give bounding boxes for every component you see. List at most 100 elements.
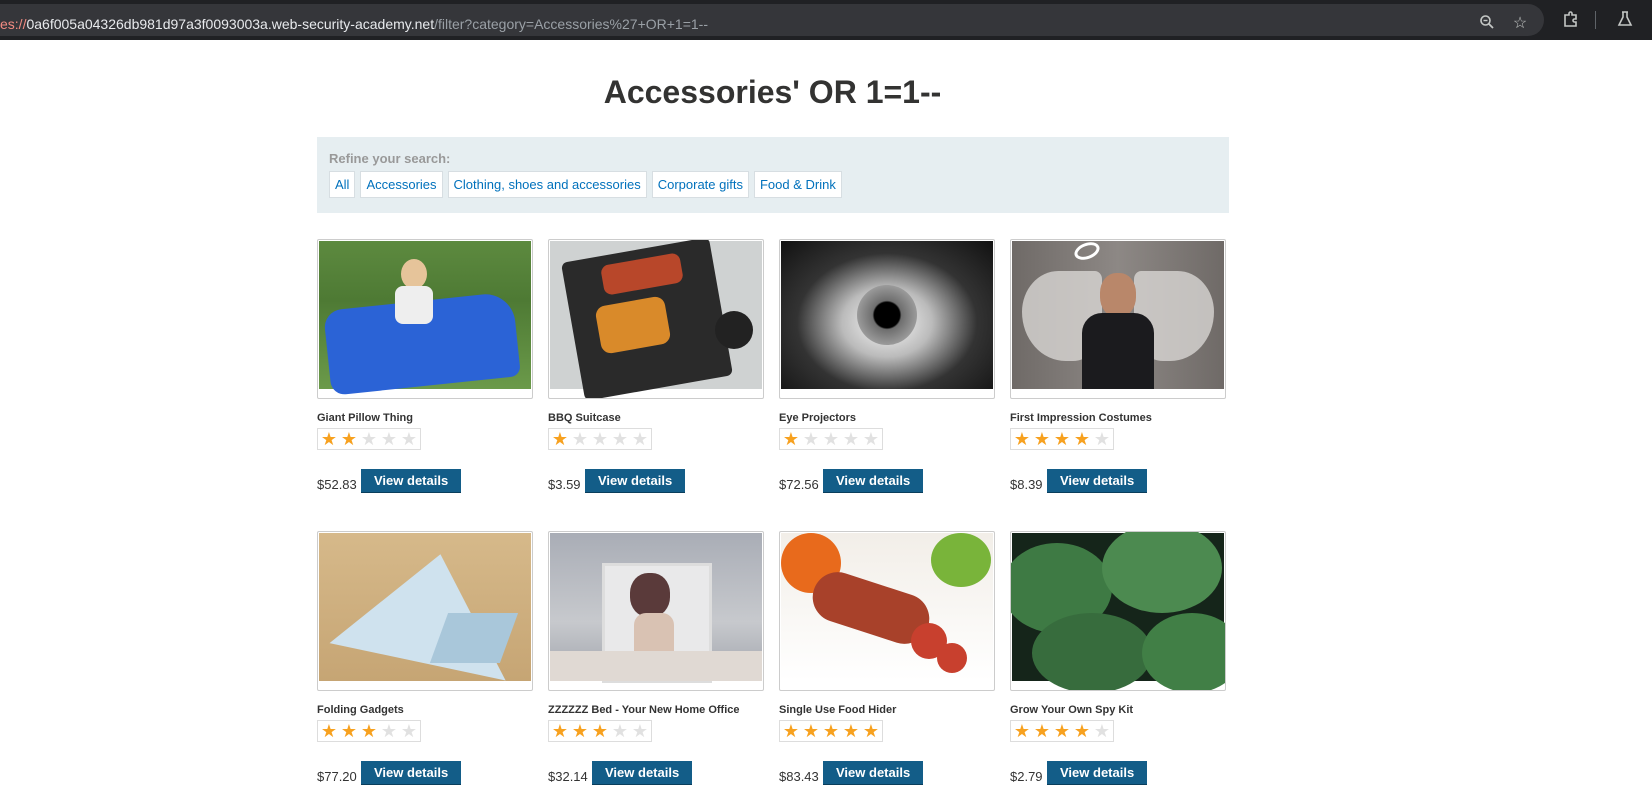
star-icon: ★ [802,429,820,449]
product-price: $8.39 [1010,477,1043,492]
product-image[interactable] [317,239,533,399]
star-icon: ★ [400,721,418,741]
star-icon: ★ [1073,429,1091,449]
refine-label: Refine your search: [329,151,451,166]
star-icon: ★ [320,429,338,449]
star-icon: ★ [782,429,800,449]
product-image[interactable] [1010,239,1226,399]
star-icon: ★ [1033,721,1051,741]
address-bar[interactable]: es://0a6f005a04326db981d97a3f0093003a.we… [0,4,1544,36]
product-card: BBQ Suitcase ★ ★ ★ ★ ★ $3.59 View details [548,239,764,499]
view-details-button[interactable]: View details [1047,469,1148,493]
star-icon: ★ [631,721,649,741]
product-name: ZZZZZZ Bed - Your New Home Office [548,704,740,716]
product-price: $52.83 [317,477,357,492]
product-image[interactable] [779,531,995,691]
star-icon: ★ [1093,429,1111,449]
rating-stars: ★ ★ ★ ★ ★ [317,720,421,742]
browser-toolbar: es://0a6f005a04326db981d97a3f0093003a.we… [0,0,1652,40]
star-icon: ★ [591,721,609,741]
star-icon: ★ [400,429,418,449]
filter-panel: Refine your search: All Accessories Clot… [317,137,1229,213]
star-icon: ★ [842,721,860,741]
product-name: Eye Projectors [779,412,857,424]
star-icon: ★ [1073,721,1091,741]
star-icon: ★ [611,429,629,449]
product-card: Single Use Food Hider ★ ★ ★ ★ ★ $83.43 View det… [779,531,995,791]
rating-stars: ★ ★ ★ ★ ★ [779,720,883,742]
bookmark-star-icon[interactable]: ☆ [1510,14,1530,34]
star-icon: ★ [340,721,358,741]
star-icon: ★ [802,721,820,741]
star-icon: ★ [591,429,609,449]
product-price: $83.43 [779,769,819,784]
page-title: Accessories' OR 1=1-- [603,74,942,110]
zoom-icon[interactable] [1477,14,1497,34]
view-details-button[interactable]: View details [361,469,462,493]
star-icon: ★ [842,429,860,449]
rating-stars: ★ ★ ★ ★ ★ [317,428,421,450]
product-card: Grow Your Own Spy Kit ★ ★ ★ ★ ★ $2.79 View deta… [1010,531,1226,791]
star-icon: ★ [360,721,378,741]
product-price: $32.14 [548,769,588,784]
star-icon: ★ [1013,429,1031,449]
product-card: First Impression Costumes ★ ★ ★ ★ ★ $8.39 View … [1010,239,1226,499]
category-food-drink[interactable]: Food & Drink [753,171,842,198]
star-icon: ★ [822,429,840,449]
product-image[interactable] [779,239,995,399]
star-icon: ★ [1093,721,1111,741]
url-scheme: es:// [0,16,27,32]
product-price: $3.59 [548,477,581,492]
product-image[interactable] [1010,531,1226,691]
view-details-button[interactable]: View details [585,469,686,493]
category-accessories[interactable]: Accessories [360,171,443,198]
product-card: Folding Gadgets ★ ★ ★ ★ ★ $77.20 View details [317,531,533,791]
rating-stars: ★ ★ ★ ★ ★ [548,428,652,450]
product-card: ZZZZZZ Bed - Your New Home Office ★ ★ ★ ★ ★ $3… [548,531,764,791]
product-name: Folding Gadgets [317,704,404,716]
product-price: $72.56 [779,477,819,492]
product-image[interactable] [548,531,764,691]
labs-flask-icon[interactable] [1615,10,1635,30]
star-icon: ★ [360,429,378,449]
star-icon: ★ [822,721,840,741]
star-icon: ★ [571,721,589,741]
product-name: Grow Your Own Spy Kit [1010,704,1134,716]
star-icon: ★ [1013,721,1031,741]
star-icon: ★ [380,721,398,741]
category-all[interactable]: All [329,171,356,198]
star-icon: ★ [1033,429,1051,449]
star-icon: ★ [1053,429,1071,449]
star-icon: ★ [551,721,569,741]
product-image[interactable] [317,531,533,691]
star-icon: ★ [611,721,629,741]
category-corporate-gifts[interactable]: Corporate gifts [651,171,749,198]
view-details-button[interactable]: View details [1047,761,1148,785]
product-price: $77.20 [317,769,357,784]
rating-stars: ★ ★ ★ ★ ★ [1010,720,1114,742]
extensions-icon[interactable] [1561,10,1581,30]
view-details-button[interactable]: View details [823,761,924,785]
star-icon: ★ [340,429,358,449]
view-details-button[interactable]: View details [823,469,924,493]
product-name: Single Use Food Hider [779,704,897,716]
rating-stars: ★ ★ ★ ★ ★ [1010,428,1114,450]
product-image[interactable] [548,239,764,399]
star-icon: ★ [862,721,880,741]
product-name: Giant Pillow Thing [317,412,413,424]
url-host: 0a6f005a04326db981d97a3f0093003a.web-sec… [26,16,435,32]
star-icon: ★ [380,429,398,449]
rating-stars: ★ ★ ★ ★ ★ [779,428,883,450]
url-text[interactable]: es://0a6f005a04326db981d97a3f0093003a.we… [0,16,708,32]
product-price: $2.79 [1010,769,1043,784]
star-icon: ★ [551,429,569,449]
product-card: Eye Projectors ★ ★ ★ ★ ★ $72.56 View details [779,239,995,499]
product-card: Giant Pillow Thing ★ ★ ★ ★ ★ $52.83 View detail… [317,239,533,499]
category-clothing[interactable]: Clothing, shoes and accessories [447,171,647,198]
view-details-button[interactable]: View details [361,761,462,785]
star-icon: ★ [782,721,800,741]
category-filters: All Accessories Clothing, shoes and acce… [329,171,842,198]
view-details-button[interactable]: View details [592,761,693,785]
star-icon: ★ [631,429,649,449]
star-icon: ★ [1053,721,1071,741]
